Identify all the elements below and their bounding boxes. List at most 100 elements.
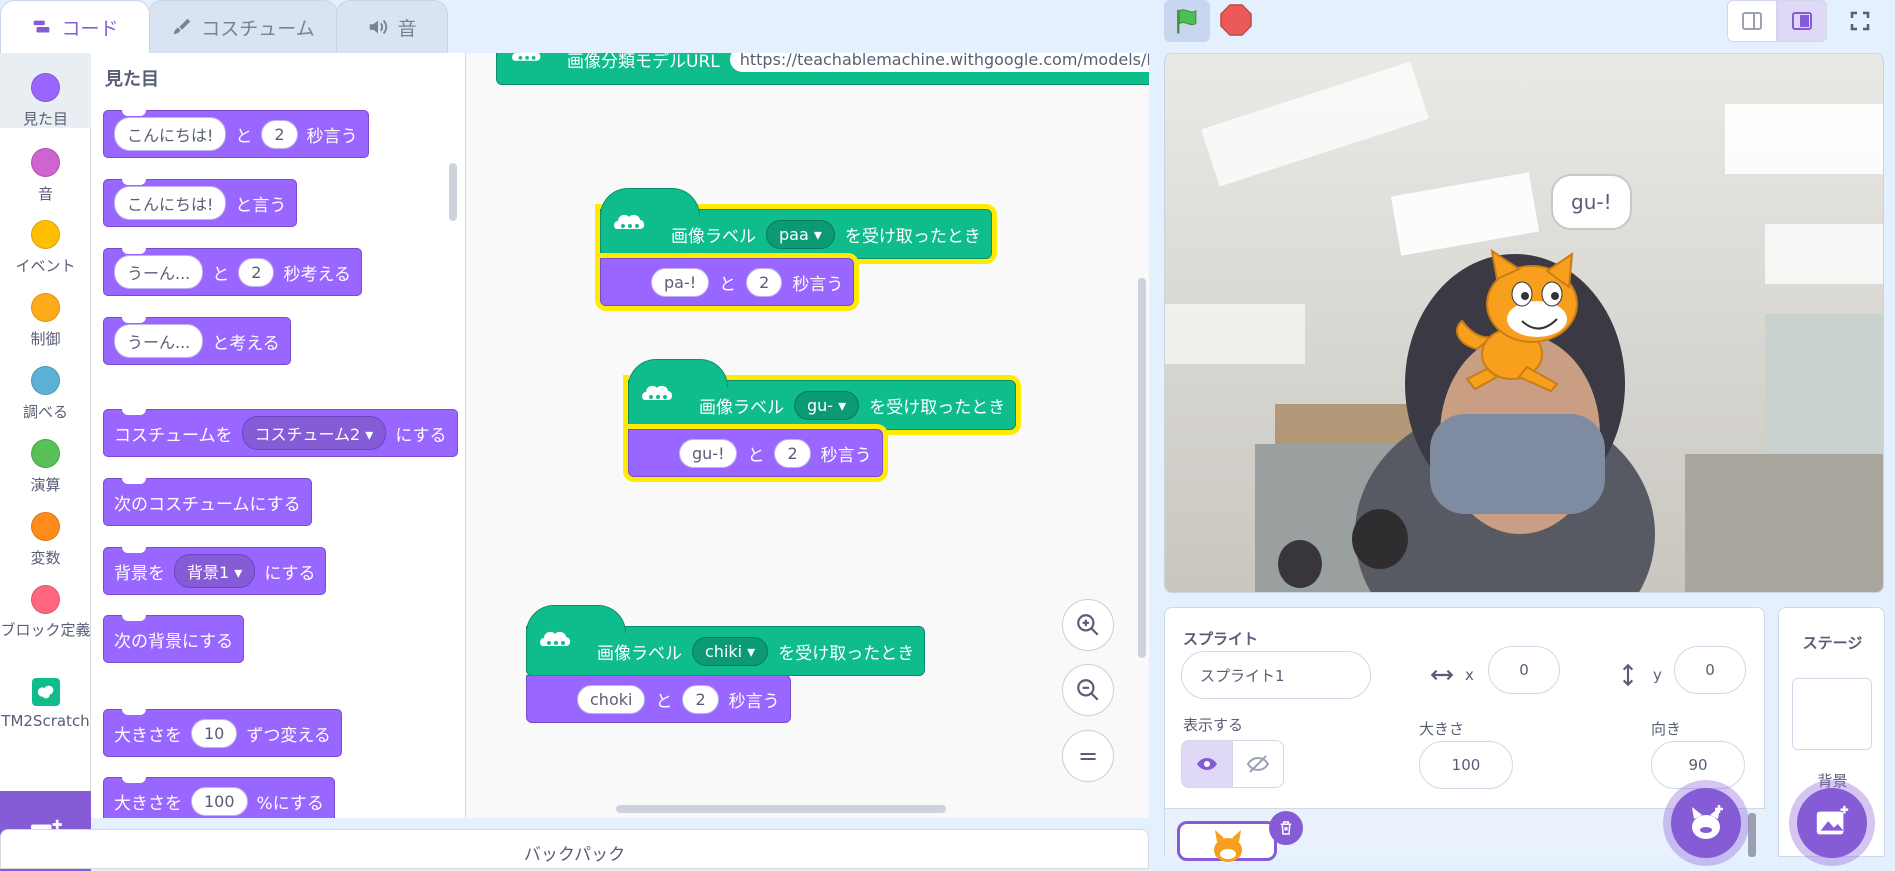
add-sprite-button[interactable] (1671, 788, 1741, 858)
tab-sound[interactable]: 音 (336, 0, 448, 53)
small-stage-button[interactable] (1727, 0, 1777, 42)
block-think-for-secs[interactable]: うーん... と 2 秒考える (103, 248, 362, 296)
zoom-out-button[interactable] (1062, 664, 1114, 716)
fullscreen-button[interactable] (1835, 0, 1885, 42)
category-operators[interactable]: 演算 (0, 439, 91, 495)
show-button[interactable] (1181, 740, 1233, 788)
script-workspace[interactable]: 画像分類モデルURL https://teachablemachine.with… (466, 53, 1149, 818)
say-text-input[interactable]: pa-! (651, 267, 710, 297)
sprite-list-scrollbar[interactable] (1748, 813, 1756, 857)
hat-text: を受け取ったとき (844, 226, 981, 247)
stop-button[interactable] (1220, 4, 1252, 36)
stage-pane: ステージ 背景 (1778, 607, 1885, 858)
palette-scrollbar[interactable] (449, 163, 457, 221)
block-input[interactable]: うーん... (114, 324, 204, 358)
direction-field[interactable]: 90 (1651, 741, 1745, 789)
x-arrow-icon (1430, 669, 1454, 681)
hat-text: 画像ラベル (671, 226, 756, 247)
tab-code[interactable]: コード (0, 0, 150, 53)
backpack-header[interactable]: バックパック (0, 829, 1149, 869)
category-my-blocks[interactable]: ブロック定義 (0, 585, 91, 641)
category-variables[interactable]: 変数 (0, 512, 91, 568)
block-input[interactable]: 2 (261, 119, 298, 149)
fullscreen-icon (1850, 11, 1870, 31)
secs-input[interactable]: 2 (774, 438, 811, 468)
say-block-gu[interactable]: gu-! と 2 秒言う (628, 429, 883, 477)
block-say[interactable]: こんにちは! と言う (103, 179, 298, 227)
block-text: 背景を (114, 563, 165, 584)
tab-costume[interactable]: コスチューム (148, 0, 338, 53)
workspace-vertical-scrollbar[interactable] (1138, 278, 1146, 658)
code-icon (34, 20, 50, 33)
stage-canvas[interactable]: gu-! (1164, 53, 1884, 593)
normal-stage-button[interactable] (1777, 0, 1827, 42)
block-input[interactable]: 10 (191, 718, 238, 748)
sprite-name-field[interactable]: スプライト1 (1181, 651, 1371, 699)
category-label: 音 (37, 185, 53, 203)
block-input[interactable]: 100 (191, 786, 248, 816)
label-dropdown[interactable]: gu- (794, 390, 860, 420)
normal-stage-icon (1792, 12, 1812, 30)
say-text-input[interactable]: gu-! (679, 438, 738, 468)
size-field[interactable]: 100 (1419, 741, 1513, 789)
category-label: TM2Scratch (1, 712, 90, 730)
block-switch-backdrop[interactable]: 背景を 背景1 にする (103, 547, 327, 595)
stage-thumbnail[interactable] (1792, 678, 1872, 750)
cat-sprite[interactable] (1447, 249, 1597, 399)
hat-text: 画像ラベル (699, 397, 784, 418)
block-text: 秒考える (283, 264, 351, 285)
add-backdrop-button[interactable] (1797, 788, 1867, 858)
say-block-pa[interactable]: pa-! と 2 秒言う (600, 258, 855, 306)
model-url-field[interactable]: https://teachablemachine.withgoogle.com/… (729, 53, 1149, 72)
block-input[interactable]: こんにちは! (114, 117, 227, 151)
category-looks[interactable]: 見た目 (0, 53, 91, 128)
hat-block-label-chiki[interactable]: 画像ラベル chiki を受け取ったとき (526, 605, 926, 676)
block-input[interactable]: 2 (238, 257, 275, 287)
block-input[interactable]: こんにちは! (114, 186, 227, 220)
block-say-for-secs[interactable]: こんにちは! と 2 秒言う (103, 110, 369, 158)
category-sound[interactable]: 音 (0, 148, 91, 204)
zoom-reset-button[interactable]: = (1062, 730, 1114, 782)
category-control[interactable]: 制御 (0, 293, 91, 349)
block-text: と (212, 264, 230, 285)
sensing-dot-icon (31, 366, 60, 395)
block-set-size[interactable]: 大きさを 100 %にする (103, 777, 335, 818)
x-field[interactable]: 0 (1488, 646, 1560, 694)
backdrop-dropdown[interactable]: 背景1 (174, 554, 256, 588)
costume-dropdown[interactable]: コスチューム2 (241, 416, 387, 450)
label-dropdown[interactable]: paa (766, 219, 835, 249)
model-url-block[interactable]: 画像分類モデルURL https://teachablemachine.with… (496, 53, 1149, 85)
block-think[interactable]: うーん... と考える (103, 317, 291, 365)
label-dropdown[interactable]: chiki (692, 636, 769, 666)
secs-input[interactable]: 2 (746, 267, 783, 297)
block-text: にする (395, 425, 447, 446)
secs-input[interactable]: 2 (682, 684, 719, 714)
palette-section-title: 見た目 (105, 69, 159, 90)
tm2scratch-icon (642, 385, 673, 400)
block-next-costume[interactable]: 次のコスチュームにする (103, 478, 312, 526)
block-next-backdrop[interactable]: 次の背景にする (103, 615, 245, 663)
block-input[interactable]: うーん... (114, 255, 204, 289)
hat-block-label-gu[interactable]: 画像ラベル gu- を受け取ったとき (628, 359, 1017, 430)
block-switch-costume[interactable]: コスチュームを コスチューム2 にする (103, 409, 458, 457)
hide-button[interactable] (1232, 740, 1284, 788)
category-label: イベント (15, 257, 76, 275)
delete-sprite-button[interactable] (1269, 811, 1303, 845)
category-events[interactable]: イベント (0, 220, 91, 276)
eye-icon (1197, 758, 1217, 770)
say-block-choki[interactable]: choki と 2 秒言う (526, 675, 791, 723)
workspace-horizontal-scrollbar[interactable] (616, 805, 946, 813)
x-label: x (1465, 666, 1474, 684)
zoom-in-button[interactable] (1062, 599, 1114, 651)
block-text: と言う (235, 195, 287, 216)
tab-costume-label: コスチューム (201, 17, 315, 40)
sprite-thumbnail[interactable] (1177, 821, 1277, 862)
category-tm2scratch[interactable]: TM2Scratch (0, 678, 91, 730)
block-text: と考える (212, 333, 280, 354)
category-sensing[interactable]: 調べる (0, 366, 91, 422)
block-change-size[interactable]: 大きさを 10 ずつ変える (103, 709, 342, 757)
say-text-input[interactable]: choki (577, 684, 646, 714)
green-flag-button[interactable] (1164, 0, 1210, 42)
hat-block-label-paa[interactable]: 画像ラベル paa を受け取ったとき (600, 188, 992, 259)
y-field[interactable]: 0 (1674, 646, 1746, 694)
